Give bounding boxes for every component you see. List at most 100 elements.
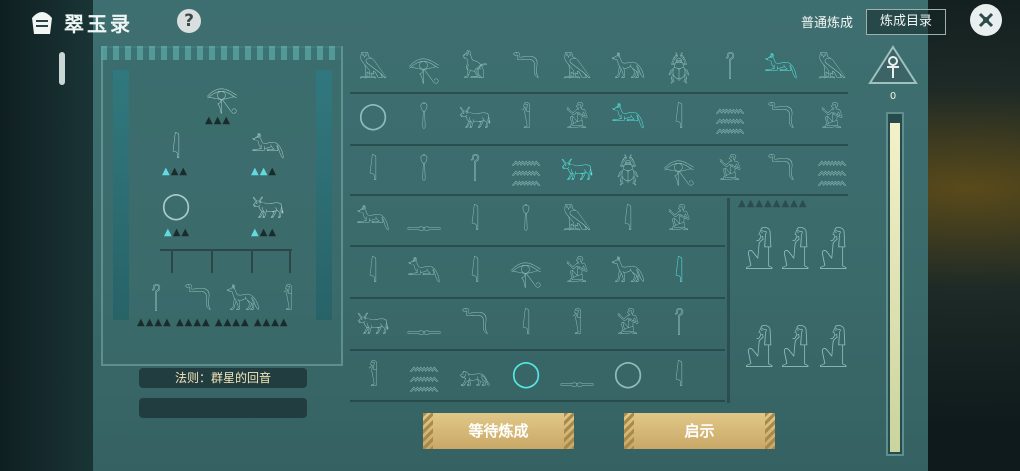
glyph-seated[interactable]: 𓀀 (610, 304, 646, 341)
progress-meter (886, 112, 904, 456)
glyph-eye[interactable]: 𓂀 (661, 150, 697, 187)
glyph-snake[interactable]: 𓆓 (457, 304, 493, 341)
pharaoh-figure[interactable]: 𓀭 (818, 308, 848, 398)
glyph-anubis[interactable]: 𓃢 (610, 98, 646, 135)
pharaoh-panel: ▲▲▲▲▲▲▲▲ 𓀭 𓀭 𓀭 𓀭 𓀭 𓀭 (727, 198, 850, 403)
glyph-seated[interactable]: 𓀀 (559, 98, 595, 135)
glyph-mummy[interactable]: 𓀾 (355, 356, 391, 393)
glyph-seated[interactable]: 𓀀 (712, 150, 748, 187)
shrine-slots-top: ▲▲▲ (205, 115, 232, 126)
glyph-reeds[interactable]: 𓇋 (661, 252, 697, 289)
glyph-reeds[interactable]: 𓇋 (457, 252, 493, 289)
shrine-pillar-right (316, 70, 332, 320)
glyph-anubis[interactable]: 𓃢 (763, 48, 799, 85)
glyph-anubis[interactable]: 𓃢 (406, 252, 442, 289)
catalog-button[interactable]: 炼成目录 (866, 9, 946, 35)
glyph-staff[interactable]: 𓌉 (508, 200, 544, 237)
glyph-seated[interactable]: 𓀀 (559, 252, 595, 289)
glyph-crook[interactable]: 𓋾 (661, 304, 697, 341)
meter-fill (890, 123, 900, 452)
row-divider (350, 194, 848, 196)
glyph-snake[interactable]: 𓆓 (763, 150, 799, 187)
glyph-bird[interactable]: 𓅓 (814, 48, 850, 85)
meter-value: 0 (889, 91, 897, 102)
shrine-slots-bull: ▲▲▲ (251, 227, 278, 238)
row-divider (350, 297, 725, 299)
glyph-eye[interactable]: 𓂀 (406, 48, 442, 85)
glyph-reeds[interactable]: 𓇋 (508, 304, 544, 341)
glyph-eye[interactable]: 𓂀 (508, 252, 544, 289)
background-left (0, 0, 95, 471)
glyph-scarab[interactable]: 𓆣 (610, 150, 646, 187)
shrine-jackal-glyph[interactable]: 𓃥 (225, 280, 261, 317)
glyph-anubis[interactable]: 𓃢 (355, 200, 391, 237)
row-divider (350, 400, 725, 402)
shrine-anubis-glyph[interactable]: 𓃢 (250, 128, 286, 165)
glyph-scarab[interactable]: 𓆣 (661, 48, 697, 85)
shrine-snake-glyph[interactable]: 𓆓 (180, 280, 216, 317)
glyph-reeds[interactable]: 𓇋 (355, 252, 391, 289)
glyph-bull[interactable]: 𓃒 (457, 98, 493, 135)
glyph-snake[interactable]: 𓆓 (763, 98, 799, 135)
glyph-glyph[interactable]: 𓊃 (406, 200, 442, 237)
hint-button[interactable]: 启示 (624, 413, 775, 449)
glyph-jackal[interactable]: 𓃥 (610, 252, 646, 289)
glyph-staff[interactable]: 𓌉 (406, 98, 442, 135)
glyph-seated[interactable]: 𓀀 (661, 200, 697, 237)
glyph-snake[interactable]: 𓆓 (508, 48, 544, 85)
glyph-glyph[interactable]: 𓊃 (559, 356, 595, 393)
glyph-reeds[interactable]: 𓇋 (457, 200, 493, 237)
glyph-ring[interactable]: ◯ (355, 98, 391, 134)
help-button[interactable]: ? (177, 9, 201, 33)
shrine-connectors (160, 249, 292, 273)
glyph-mummy[interactable]: 𓀾 (508, 98, 544, 135)
glyph-water[interactable]: 𓈗 (406, 356, 442, 393)
glyph-crook[interactable]: 𓋾 (457, 150, 493, 187)
glyph-reeds[interactable]: 𓇋 (355, 150, 391, 187)
row-divider (350, 144, 848, 146)
glyph-staff[interactable]: 𓌉 (406, 150, 442, 187)
glyph-lion[interactable]: 𓃬 (457, 356, 493, 393)
shrine-ring-glyph[interactable]: ◯ (158, 188, 194, 224)
glyph-crook[interactable]: 𓋾 (712, 48, 748, 85)
glyph-glyph[interactable]: 𓊃 (406, 304, 442, 341)
pharaoh-figure[interactable]: 𓀭 (780, 210, 810, 300)
glyph-water[interactable]: 𓈗 (814, 150, 850, 187)
glyph-bird[interactable]: 𓅓 (559, 48, 595, 85)
glyph-seated[interactable]: 𓀀 (814, 98, 850, 135)
mode-label: 普通炼成 (801, 16, 854, 31)
glyph-ring[interactable]: ◯ (508, 356, 544, 392)
glyph-cat[interactable]: 𓃠 (457, 48, 493, 85)
close-button[interactable] (970, 4, 1002, 36)
pharaoh-figure[interactable]: 𓀭 (780, 308, 810, 398)
pharaoh-figure[interactable]: 𓀭 (744, 308, 774, 398)
glyph-bull[interactable]: 𓃒 (559, 150, 595, 187)
rule-blank-field (139, 398, 307, 418)
glyph-reeds[interactable]: 𓇋 (661, 356, 697, 393)
shrine-slots-ring: ▲▲▲ (164, 227, 191, 238)
glyph-bull[interactable]: 𓃒 (355, 304, 391, 341)
pharaoh-figure[interactable]: 𓀭 (744, 210, 774, 300)
shrine-bull-glyph[interactable]: 𓃒 (250, 188, 286, 225)
wait-forge-button[interactable]: 等待炼成 (423, 413, 574, 449)
shrine-mummy-glyph[interactable]: 𓀾 (270, 280, 306, 317)
pharaoh-slots: ▲▲▲▲▲▲▲▲ (738, 198, 808, 209)
pharaoh-figure[interactable]: 𓀭 (818, 210, 848, 300)
left-scroll-handle[interactable] (59, 52, 65, 85)
shrine-crook-glyph[interactable]: 𓋾 (138, 280, 174, 317)
glyph-reeds[interactable]: 𓇋 (610, 200, 646, 237)
app-title: 翠玉录 (64, 12, 133, 36)
glyph-jackal[interactable]: 𓃥 (610, 48, 646, 85)
close-icon (978, 12, 994, 28)
glyph-bird[interactable]: 𓅓 (355, 48, 391, 85)
glyph-water[interactable]: 𓈗 (508, 150, 544, 187)
shrine-reeds-glyph[interactable]: 𓇋 (158, 128, 194, 165)
ankh-icon (868, 45, 918, 84)
glyph-ring[interactable]: ◯ (610, 356, 646, 392)
glyph-water[interactable]: 𓈗 (712, 98, 748, 135)
shrine-frieze (101, 46, 341, 60)
glyph-bird[interactable]: 𓅓 (559, 200, 595, 237)
shrine-eye-glyph[interactable]: 𓂀 (204, 78, 240, 115)
glyph-reeds[interactable]: 𓇋 (661, 98, 697, 135)
glyph-mummy[interactable]: 𓀾 (559, 304, 595, 341)
